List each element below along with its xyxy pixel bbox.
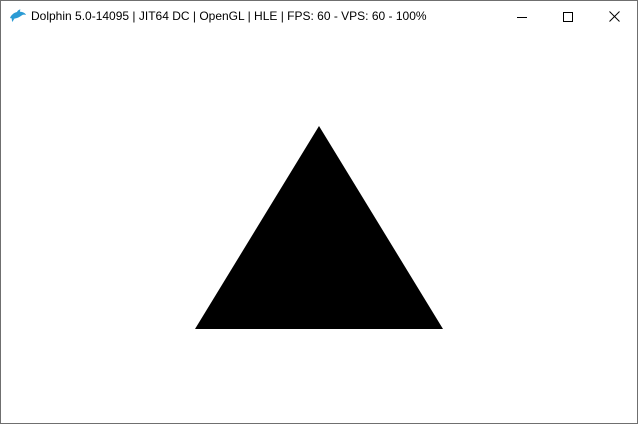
minimize-button[interactable] — [499, 1, 545, 32]
emulator-window: Dolphin 5.0-14095 | JIT64 DC | OpenGL | … — [0, 0, 638, 424]
render-canvas — [195, 126, 443, 329]
maximize-button[interactable] — [545, 1, 591, 32]
title-bar[interactable]: Dolphin 5.0-14095 | JIT64 DC | OpenGL | … — [1, 1, 637, 32]
black-triangle — [195, 126, 443, 329]
close-icon — [608, 11, 620, 22]
close-button[interactable] — [591, 1, 637, 32]
maximize-icon — [563, 11, 573, 22]
render-viewport[interactable] — [1, 32, 637, 423]
dolphin-icon[interactable] — [9, 8, 27, 24]
minimize-icon — [517, 16, 527, 18]
window-title: Dolphin 5.0-14095 | JIT64 DC | OpenGL | … — [31, 9, 427, 23]
